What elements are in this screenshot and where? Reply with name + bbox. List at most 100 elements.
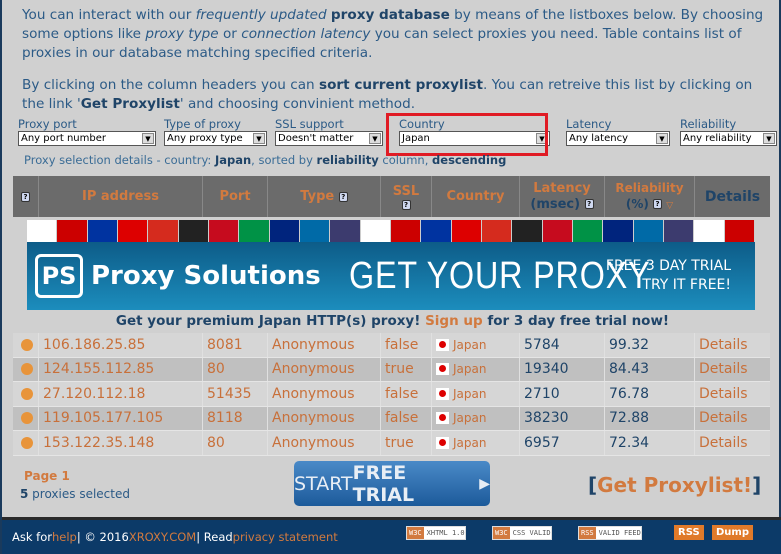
country-flag-icon <box>694 220 725 242</box>
header-type[interactable]: Type ? <box>268 176 381 217</box>
latency-select[interactable]: Any latency ▼ <box>566 131 670 146</box>
cell-details[interactable]: Details <box>695 358 770 382</box>
help-link[interactable]: help <box>52 530 77 544</box>
header-ssl[interactable]: SSL? <box>381 176 432 217</box>
country-flag-icon <box>724 220 755 242</box>
help-icon[interactable]: ? <box>401 199 411 210</box>
cell-reliability: 76.78 <box>605 382 695 406</box>
signup-link[interactable]: Sign up <box>425 313 483 329</box>
sort-desc-icon: ▽ <box>666 200 674 211</box>
cell-type: Anonymous <box>268 406 381 430</box>
port-select[interactable]: Any port number ▼ <box>18 131 156 146</box>
dump-button[interactable]: Dump <box>712 525 753 540</box>
japan-flag-icon <box>436 412 449 425</box>
country-flag-icon <box>572 220 604 242</box>
reliability-label: Reliability <box>680 117 737 131</box>
cell-reliability: 72.34 <box>605 431 695 455</box>
help-icon[interactable]: ? <box>338 191 348 202</box>
cell-type: Anonymous <box>268 357 381 381</box>
country-flag-icon <box>451 220 482 242</box>
help-icon: ? <box>584 199 594 209</box>
start-free-trial-button[interactable]: START FREE TRIAL ▶ <box>294 461 490 506</box>
cell-ip[interactable]: 124.155.112.85 <box>39 357 203 381</box>
ssl-select[interactable]: Doesn't matter ▼ <box>275 131 383 146</box>
header-ip[interactable]: IP address <box>39 176 203 217</box>
country-flag-icon <box>299 220 331 242</box>
cell-ip[interactable]: 119.105.177.105 <box>39 406 203 430</box>
cell-type: Anonymous <box>268 382 381 406</box>
fox-icon <box>21 338 33 351</box>
xhtml-badge[interactable]: W3C XHTML 1.0 <box>406 526 466 540</box>
cell-ssl: false <box>381 406 432 430</box>
port-label: Proxy port <box>18 117 77 131</box>
footer: Ask for help | © 2016 XROXY.COM | Read p… <box>2 517 781 554</box>
country-flag-icon <box>633 220 664 242</box>
promo-text: Get your premium Japan HTTP(s) proxy! Si… <box>115 313 670 329</box>
cell-reliability: 84.43 <box>605 357 695 381</box>
css-badge[interactable]: W3C CSS VALID <box>492 526 552 540</box>
ps-logo: PS <box>35 254 83 298</box>
cell-port: 51435 <box>203 382 268 406</box>
type-select[interactable]: Any proxy type ▼ <box>164 131 267 146</box>
reliability-select[interactable]: Any reliability ▼ <box>680 131 777 146</box>
rss-feed-badge[interactable]: RSS VALID FEED <box>578 526 642 540</box>
country-flag-icon <box>390 220 422 242</box>
chevron-down-icon: ▼ <box>253 133 265 144</box>
country-flag-icon <box>481 220 513 242</box>
country-flag-icon <box>27 220 58 242</box>
header-details[interactable]: Details <box>695 176 770 217</box>
japan-flag-icon <box>436 387 449 400</box>
country-flag-icon <box>512 220 543 242</box>
country-flag-icon <box>178 220 209 242</box>
cell-ip[interactable]: 106.186.25.85 <box>39 333 203 357</box>
cell-reliability: 99.32 <box>605 333 695 357</box>
country-flag-icon <box>421 220 452 242</box>
selection-details: Proxy selection details - country: Japan… <box>24 153 507 167</box>
get-proxylist-link[interactable]: [Get Proxylist!] <box>588 473 761 497</box>
header-latency[interactable]: Latency (msec) ? <box>520 176 605 217</box>
rss-button[interactable]: RSS <box>674 525 704 540</box>
cell-latency: 5784 <box>520 333 605 357</box>
table-row: 119.105.177.105 8118 Anonymous false Japan 38… <box>13 406 770 431</box>
cell-details[interactable]: Details <box>695 407 770 431</box>
cell-latency: 2710 <box>520 382 605 406</box>
chevron-down-icon: ▼ <box>142 133 154 144</box>
country-flag-icon <box>542 220 573 242</box>
privacy-link[interactable]: privacy statement <box>233 530 338 544</box>
cell-ip[interactable]: 153.122.35.148 <box>39 431 203 455</box>
site-link[interactable]: XROXY.COM <box>129 530 196 544</box>
page-indicator: Page 1 <box>24 469 70 483</box>
cell-ssl: true <box>381 431 432 455</box>
country-flag-icon <box>57 220 88 242</box>
help-header[interactable]: ? <box>13 176 39 217</box>
cell-country: Japan <box>432 357 520 381</box>
cell-ssl: true <box>381 357 432 381</box>
cell-country: Japan <box>432 333 520 357</box>
cell-port: 8118 <box>203 406 268 430</box>
table-row: 27.120.112.18 51435 Anonymous false Japan 271… <box>13 382 770 407</box>
japan-flag-icon <box>436 363 449 376</box>
cell-details[interactable]: Details <box>695 333 770 357</box>
cell-country: Japan <box>432 431 520 455</box>
cell-ssl: false <box>381 382 432 406</box>
header-country[interactable]: Country <box>432 176 520 217</box>
type-label: Type of proxy <box>164 117 241 131</box>
header-port[interactable]: Port <box>203 176 268 217</box>
cell-latency: 19340 <box>520 357 605 381</box>
cell-details[interactable]: Details <box>695 382 770 406</box>
cell-type: Anonymous <box>268 333 381 357</box>
fox-icon <box>21 436 33 449</box>
intro-text: You can interact with our frequently upd… <box>22 7 764 112</box>
cell-ssl: false <box>381 333 432 357</box>
proxy-solutions-banner[interactable]: PS Proxy Solutions GET YOUR PROXY FREE 3… <box>27 242 755 310</box>
cell-port: 80 <box>203 357 268 381</box>
cell-ip[interactable]: 27.120.112.18 <box>39 382 203 406</box>
cell-details[interactable]: Details <box>695 431 770 455</box>
proxy-count: 5 proxies selected <box>20 487 130 501</box>
japan-flag-icon <box>436 436 449 449</box>
flags-strip[interactable] <box>27 220 755 242</box>
cell-latency: 38230 <box>520 406 605 430</box>
cell-type: Anonymous <box>268 431 381 455</box>
country-flag-icon <box>330 220 361 242</box>
header-reliability[interactable]: Reliability (%) ? ▽ <box>605 176 695 217</box>
